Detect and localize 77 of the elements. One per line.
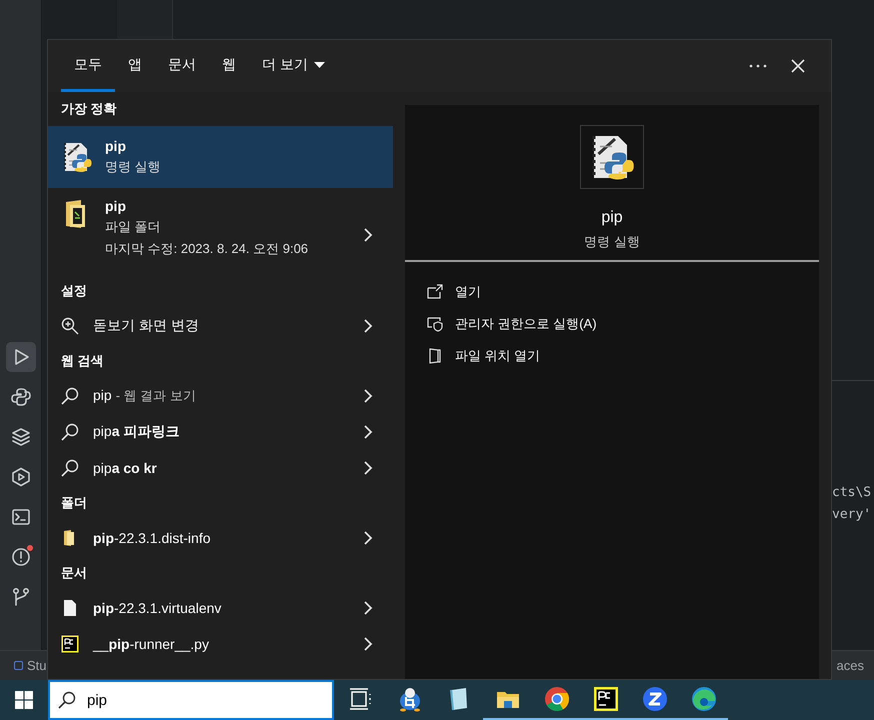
caret-icon [314, 62, 325, 68]
result-item[interactable]: pip - 웹 결과 보기 [48, 378, 393, 414]
result-text: pipa 피파링크 [93, 423, 180, 441]
task-view-icon [348, 686, 374, 712]
modified-date: 마지막 수정: 2023. 8. 24. 오전 9:06 [105, 240, 310, 258]
z-logo-icon [642, 686, 668, 712]
code-line: very' [832, 506, 872, 524]
status-text: aces [836, 658, 864, 673]
layers-icon [10, 427, 30, 447]
section-heading: 문서 [60, 564, 88, 582]
chevron-right-icon [363, 637, 373, 651]
warning-icon [10, 547, 30, 567]
result-item[interactable]: __pip-runner__.py [48, 626, 393, 662]
python-script-icon [61, 141, 93, 173]
result-item[interactable]: pip-22.3.1.dist-info [48, 520, 393, 556]
result-title: pip [105, 198, 127, 214]
action-item[interactable]: 관리자 권한으로 실행(A) [427, 308, 819, 340]
section-heading: 설정 [60, 282, 88, 300]
edge-icon [690, 686, 716, 712]
chevron-right-icon [363, 425, 373, 439]
section-heading: 웹 검색 [60, 352, 105, 370]
chevron-right-icon [363, 601, 373, 615]
notification-dot [26, 545, 32, 551]
result-item[interactable]: pipa 피파링크 [48, 414, 393, 450]
branch-icon [10, 587, 30, 607]
result-item[interactable]: pip 파일 폴더 마지막 수정: 2023. 8. 24. 오전 9:06 [48, 188, 393, 274]
square-icon [14, 661, 23, 670]
tab[interactable]: 앱 [115, 40, 155, 92]
tool-window-button[interactable] [6, 342, 36, 372]
tab[interactable]: 웹 [209, 40, 249, 92]
result-item[interactable]: pip 명령 실행 [48, 126, 393, 188]
result-text: __pip-runner__.py [93, 636, 210, 652]
tab[interactable]: 더 보기 [249, 40, 338, 92]
tab[interactable]: 모두 [61, 40, 115, 92]
result-text: 돋보기 화면 변경 [93, 317, 200, 335]
result-text: pipa co kr [93, 460, 158, 476]
result-text: pip-22.3.1.virtualenv [93, 600, 222, 616]
section-heading: 가장 정확 [60, 100, 118, 118]
windows-logo-icon [15, 691, 33, 709]
search-icon [61, 459, 79, 477]
code-line: cts\S [832, 484, 872, 502]
action-item[interactable]: 파일 위치 열기 [427, 340, 819, 372]
tab[interactable]: 문서 [155, 40, 209, 92]
search-icon [61, 423, 79, 441]
result-subtitle: 파일 폴더 [105, 218, 162, 236]
section-heading: 폴더 [60, 494, 88, 512]
python-icon [10, 387, 30, 407]
pycharm-icon [61, 635, 79, 653]
preview-title: pip [601, 209, 623, 227]
chevron-right-icon [363, 228, 373, 242]
search-field[interactable]: pip [48, 680, 334, 720]
result-item[interactable]: pipa co kr [48, 450, 393, 486]
close-icon [791, 59, 805, 73]
result-item[interactable]: 돋보기 화면 변경 [48, 308, 393, 344]
folder-icon [427, 348, 443, 364]
chevron-right-icon [363, 531, 373, 545]
document-icon [61, 599, 79, 617]
open-window-icon [427, 284, 443, 300]
hexagon-play-icon [10, 467, 30, 487]
zoom-in-icon [61, 317, 79, 335]
pycharm-icon [592, 686, 618, 712]
chevron-right-icon [363, 389, 373, 403]
chevron-right-icon [363, 461, 373, 475]
chrome-icon [544, 686, 570, 712]
ellipsis-icon [749, 64, 767, 68]
terminal-icon [10, 507, 30, 527]
status-text: Stu [27, 658, 47, 673]
result-subtitle: 명령 실행 [105, 158, 162, 176]
action-item[interactable]: 열기 [427, 276, 819, 308]
chevron-right-icon [363, 319, 373, 333]
result-title: pip [105, 138, 127, 154]
result-text: pip - 웹 결과 보기 [93, 387, 197, 405]
shield-icon [427, 316, 443, 332]
result-item[interactable]: pip-22.3.1.virtualenv [48, 590, 393, 626]
result-text: pip-22.3.1.dist-info [93, 530, 212, 546]
search-icon [61, 387, 79, 405]
preview-subtitle: 명령 실행 [584, 233, 640, 251]
